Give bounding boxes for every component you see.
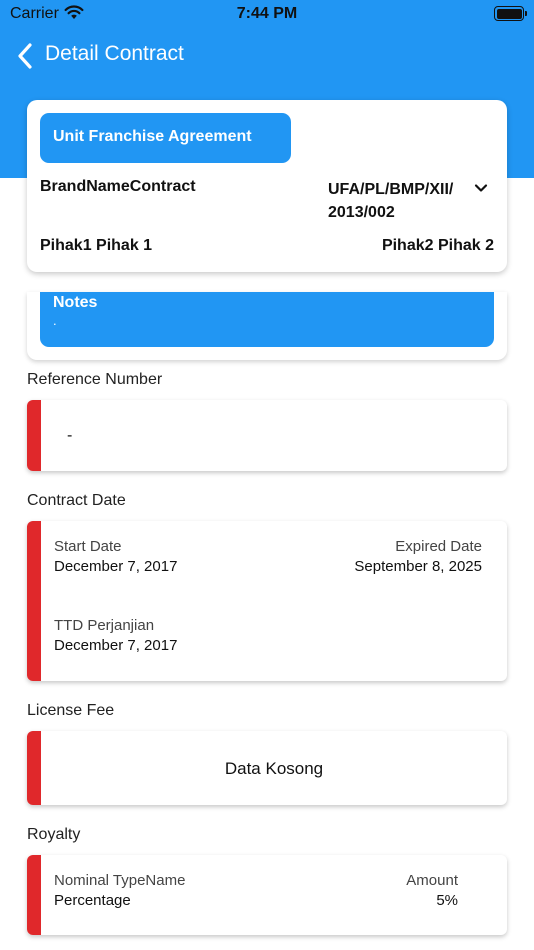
notes-title: Notes — [53, 294, 98, 311]
nominal-type-label: Nominal TypeName — [54, 872, 186, 889]
notes-card: Notes . — [27, 292, 507, 360]
license-fee-heading: License Fee — [27, 702, 115, 719]
reference-number-heading: Reference Number — [27, 371, 163, 388]
page-title: Detail Contract — [45, 42, 184, 65]
contract-date-heading: Contract Date — [27, 492, 126, 509]
ttd-perjanjian-label: TTD Perjanjian — [54, 617, 155, 634]
amount-value: 5% — [436, 892, 458, 909]
contract-type-badge: Unit Franchise Agreement — [40, 113, 291, 163]
contract-summary-card: Unit Franchise Agreement BrandNameContra… — [27, 100, 507, 272]
contract-number: UFA/PL/BMP/XII/ 2013/002 — [328, 181, 454, 221]
pihak2-label: Pihak2 Pihak 2 — [381, 237, 494, 254]
brand-name: BrandNameContract — [40, 178, 196, 195]
contract-date-box: Start Date December 7, 2017 Expired Date… — [27, 521, 507, 681]
accent-stripe — [27, 400, 41, 471]
royalty-box: Nominal TypeName Percentage Amount 5% — [27, 855, 507, 935]
chevron-down-icon[interactable] — [473, 180, 489, 196]
accent-stripe — [27, 521, 41, 681]
ttd-perjanjian-value: December 7, 2017 — [54, 637, 178, 654]
start-date-label: Start Date — [54, 538, 122, 555]
reference-number-box: - — [27, 400, 507, 471]
accent-stripe — [27, 731, 41, 805]
nav-bar: Detail Contract — [0, 36, 534, 76]
status-bar: Carrier 7:44 PM — [0, 0, 534, 28]
empty-state-text: Data Kosong — [224, 759, 324, 778]
amount-label: Amount — [406, 872, 458, 889]
expired-date-value: September 8, 2025 — [354, 558, 482, 575]
royalty-heading: Royalty — [27, 826, 81, 843]
pihak1-label: Pihak1 Pihak 1 — [40, 237, 153, 254]
expired-date-label: Expired Date — [395, 538, 482, 555]
battery-icon — [494, 6, 527, 21]
license-fee-box: Data Kosong — [27, 731, 507, 805]
accent-stripe — [27, 855, 41, 935]
back-arrow-icon[interactable] — [16, 42, 36, 70]
notes-text: . — [53, 313, 57, 328]
reference-number-value: - — [67, 427, 73, 444]
start-date-value: December 7, 2017 — [54, 558, 178, 575]
nominal-type-value: Percentage — [54, 892, 131, 909]
notes-panel: Notes . — [40, 292, 494, 347]
clock: 7:44 PM — [236, 5, 298, 22]
